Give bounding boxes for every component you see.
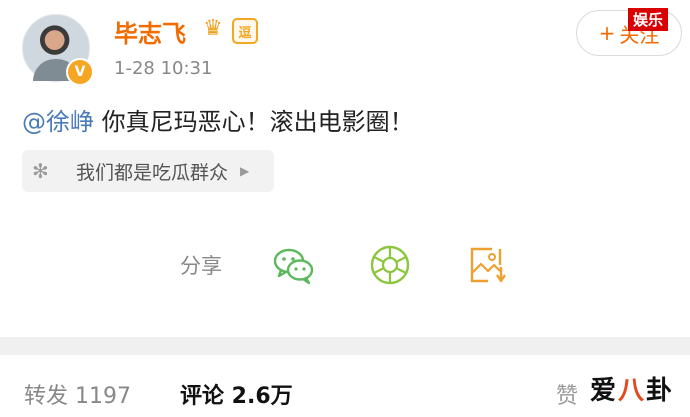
post-content: 你真尼玛恶心！滚出电影圈！ xyxy=(94,108,414,136)
mention-link[interactable]: @徐峥 xyxy=(22,108,94,136)
topic-source-label: 我们都是吃瓜群众 xyxy=(76,161,229,184)
wechat-moments-icon[interactable] xyxy=(368,243,412,287)
post-text: @徐峥 你真尼玛恶心！滚出电影圈！ xyxy=(22,102,414,137)
watermark-logo: 爱八卦 xyxy=(590,370,674,407)
watermark-char-c: 卦 xyxy=(646,376,675,406)
wechat-icon[interactable] xyxy=(272,243,316,287)
vip-badge: 逗 xyxy=(232,18,258,44)
like-tab[interactable]: 赞 xyxy=(556,378,578,410)
topic-source-chip[interactable]: ✻ 我们都是吃瓜群众 ▶ xyxy=(22,150,274,192)
plus-icon: + xyxy=(598,21,616,45)
chevron-right-icon: ▶ xyxy=(240,164,250,178)
entertainment-tag: 娱乐 xyxy=(628,8,669,31)
watermark-char-a: 爱 xyxy=(590,376,619,406)
repost-tab[interactable]: 转发 1197 xyxy=(24,378,131,410)
save-image-icon[interactable] xyxy=(464,243,508,287)
watermark-char-b: 八 xyxy=(618,376,647,406)
comments-tab[interactable]: 评论 2.6万 xyxy=(180,378,293,410)
supertopic-icon: ✻ xyxy=(32,159,49,183)
author-name[interactable]: 毕志飞 xyxy=(114,14,186,49)
crown-icon: ♛ xyxy=(203,16,223,41)
post-timestamp: 1-28 10:31 xyxy=(114,58,213,79)
share-label: 分享 xyxy=(180,254,222,278)
section-divider xyxy=(0,337,690,355)
verified-badge: V xyxy=(66,58,94,86)
